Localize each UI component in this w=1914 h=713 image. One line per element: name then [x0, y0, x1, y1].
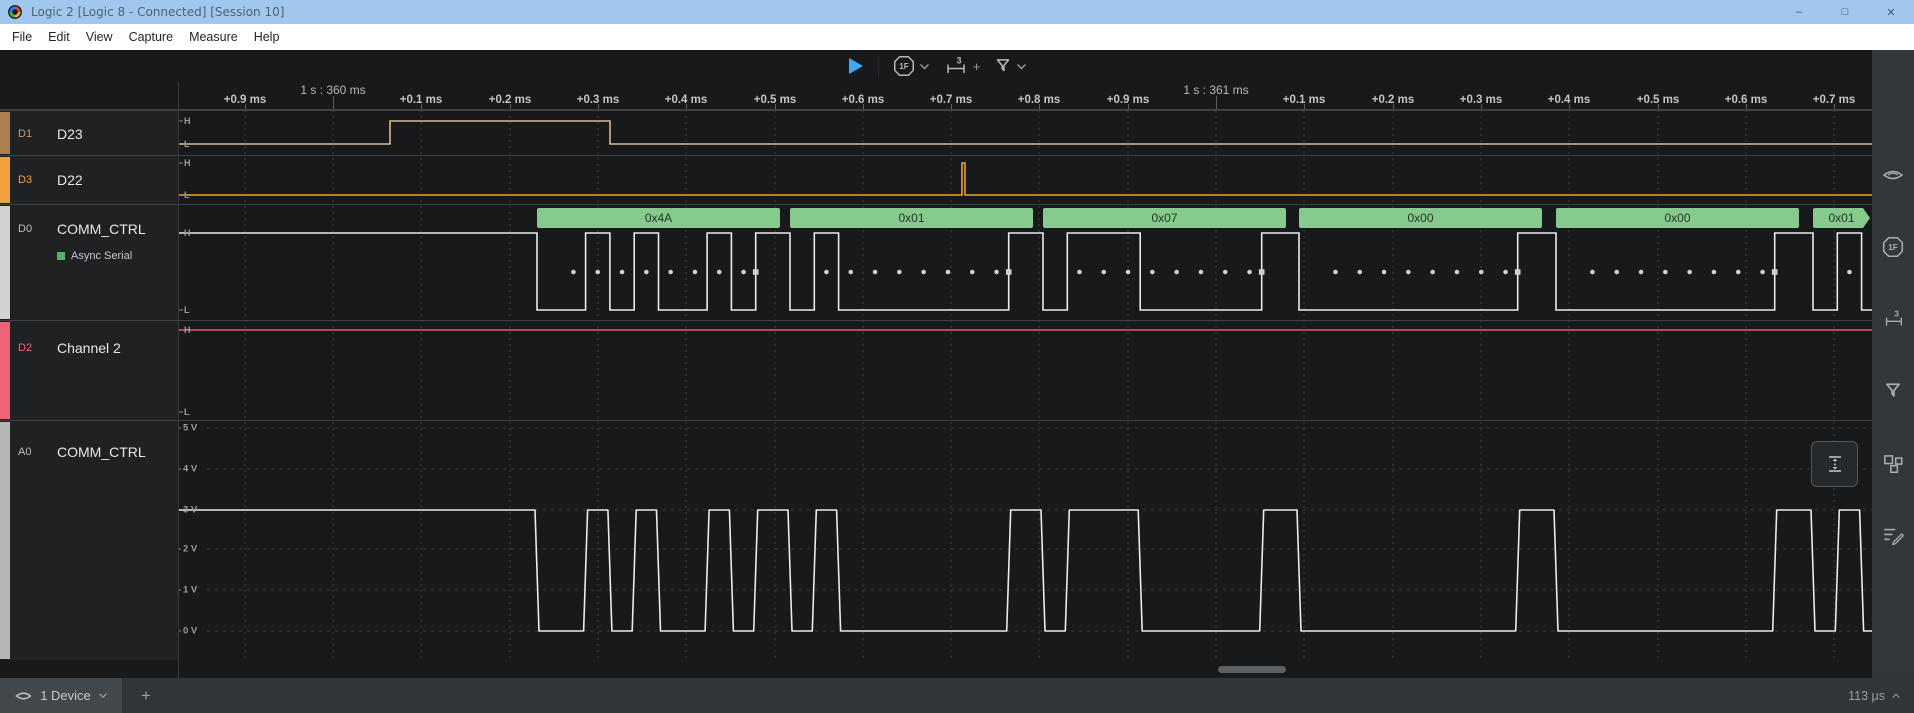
channel-id: A0 — [18, 446, 31, 458]
trigger-1f-icon: 1F — [892, 54, 916, 78]
ruler-tick — [1216, 96, 1217, 110]
chevron-down-icon — [98, 693, 108, 699]
channel-color-strip — [0, 322, 10, 419]
serial-value-bubble[interactable]: 0x01 — [790, 208, 1033, 228]
channel-color-strip — [0, 112, 10, 154]
ruler-major-label: 1 s : 361 ms — [1183, 83, 1248, 97]
channel-separator — [0, 320, 1872, 321]
close-button[interactable]: ✕ — [1868, 0, 1914, 24]
channel-label-panel: D1 D23 D3 D22 D0 COMM_CTRL Async Serial D2 Chann… — [0, 110, 178, 660]
svg-text:3: 3 — [956, 56, 961, 66]
channel-id: D1 — [18, 128, 32, 140]
channel-color-strip — [0, 157, 10, 203]
device-selector[interactable]: 1 Device — [0, 678, 122, 713]
trigger-1f-icon[interactable]: 1F — [1881, 235, 1905, 259]
logic2-window: Logic 2 [Logic 8 - Connected] [Session 1… — [0, 0, 1914, 713]
menu-item-measure[interactable]: Measure — [181, 24, 246, 50]
session-tab-bar: 1 Device + 113 μs — [0, 678, 1914, 713]
waveforms-svg[interactable] — [0, 110, 1872, 678]
ruler-major-label: 1 s : 360 ms — [300, 83, 365, 97]
titlebar[interactable]: Logic 2 [Logic 8 - Connected] [Session 1… — [0, 0, 1914, 24]
maximize-button[interactable]: □ — [1822, 0, 1868, 24]
extensions-icon[interactable] — [1881, 451, 1905, 475]
annotations-button[interactable] — [993, 56, 1027, 76]
play-icon — [845, 56, 865, 76]
channel-name: D23 — [57, 126, 83, 142]
device-icon — [14, 689, 33, 703]
channel-separator — [0, 420, 1872, 421]
minimize-button[interactable]: – — [1776, 0, 1822, 24]
trigger-button[interactable]: 1F — [892, 54, 930, 78]
channel-id: D3 — [18, 174, 32, 186]
capture-area: 1F 3 + +0.8 — [0, 50, 1872, 678]
menu-item-view[interactable]: View — [78, 24, 121, 50]
play-button[interactable] — [845, 56, 865, 76]
range-label: 113 μs — [1848, 689, 1885, 703]
svg-text:3: 3 — [1894, 309, 1899, 319]
new-tab-button[interactable]: + — [128, 678, 164, 713]
channel-name: Channel 2 — [57, 340, 121, 356]
menu-item-capture[interactable]: Capture — [121, 24, 181, 50]
channel-separator — [0, 204, 1872, 205]
channel-separator — [0, 110, 1872, 111]
menu-item-help[interactable]: Help — [246, 24, 288, 50]
channel-row-a0[interactable]: A0 COMM_CTRL — [0, 421, 178, 660]
ruler-tick — [333, 96, 334, 110]
channel-row-d1[interactable]: D1 D23 — [0, 111, 178, 155]
window-controls: –□✕ — [1776, 0, 1914, 24]
timeline-range[interactable]: 113 μs — [1848, 678, 1914, 713]
measure-ruler-icon[interactable]: 3 — [1881, 307, 1905, 331]
menu-item-edit[interactable]: Edit — [40, 24, 78, 50]
serial-value-bubble[interactable]: 0x07 — [1043, 208, 1286, 228]
analyzer-tag[interactable]: Async Serial — [57, 250, 132, 262]
channel-color-strip — [0, 206, 10, 319]
chevron-down-icon — [919, 63, 930, 70]
time-ruler[interactable]: +0.8 ms+0.9 ms1 s : 360 ms+0.1 ms+0.2 ms… — [178, 82, 1872, 110]
annotation-flag-icon[interactable] — [1881, 379, 1905, 403]
analog-vertical-scale-button[interactable] — [1811, 441, 1858, 487]
horizontal-scrollbar-thumb[interactable] — [1218, 666, 1286, 673]
menubar: FileEditViewCaptureMeasureHelp — [0, 24, 1914, 50]
device-icon[interactable] — [1881, 163, 1905, 187]
analyzer-label: Async Serial — [71, 250, 132, 262]
toolbar-separator — [878, 56, 879, 76]
channel-id: D0 — [18, 223, 32, 235]
notes-icon[interactable] — [1881, 523, 1905, 547]
app-logo-icon — [8, 5, 22, 19]
measure-ruler-icon: 3 — [943, 55, 969, 77]
svg-text:1F: 1F — [899, 62, 909, 71]
serial-value-bubble[interactable]: 0x01 — [1813, 208, 1870, 228]
channel-name: D22 — [57, 172, 83, 188]
chevron-up-icon — [1891, 693, 1901, 699]
menu-item-file[interactable]: File — [4, 24, 40, 50]
analyzer-color-swatch — [57, 252, 65, 260]
channel-row-d3[interactable]: D3 D22 — [0, 156, 178, 204]
measure-button[interactable]: 3 + — [943, 55, 981, 77]
serial-value-bubble[interactable]: 0x00 — [1556, 208, 1799, 228]
channel-separator — [0, 155, 1872, 156]
channel-id: D2 — [18, 342, 32, 354]
device-label: 1 Device — [40, 688, 91, 703]
capture-toolbar: 1F 3 + — [0, 50, 1872, 82]
channel-row-d0[interactable]: D0 COMM_CTRL Async Serial — [0, 205, 178, 320]
channel-row-d2[interactable]: D2 Channel 2 — [0, 321, 178, 420]
channel-name: COMM_CTRL — [57, 444, 146, 460]
channel-name: COMM_CTRL — [57, 221, 146, 237]
measure-add-label: + — [973, 59, 981, 74]
serial-value-bubble[interactable]: 0x00 — [1299, 208, 1542, 228]
vertical-measure-icon — [1825, 453, 1845, 475]
right-sidebar: 1F 3 — [1872, 50, 1914, 678]
channel-color-strip — [0, 422, 10, 659]
annotation-flag-icon — [993, 56, 1013, 76]
serial-value-bubble[interactable]: 0x4A — [537, 208, 780, 228]
window-title: Logic 2 [Logic 8 - Connected] [Session 1… — [31, 5, 284, 19]
panel-divider — [178, 82, 179, 678]
chevron-down-icon — [1016, 63, 1027, 70]
svg-text:1F: 1F — [1888, 243, 1898, 252]
